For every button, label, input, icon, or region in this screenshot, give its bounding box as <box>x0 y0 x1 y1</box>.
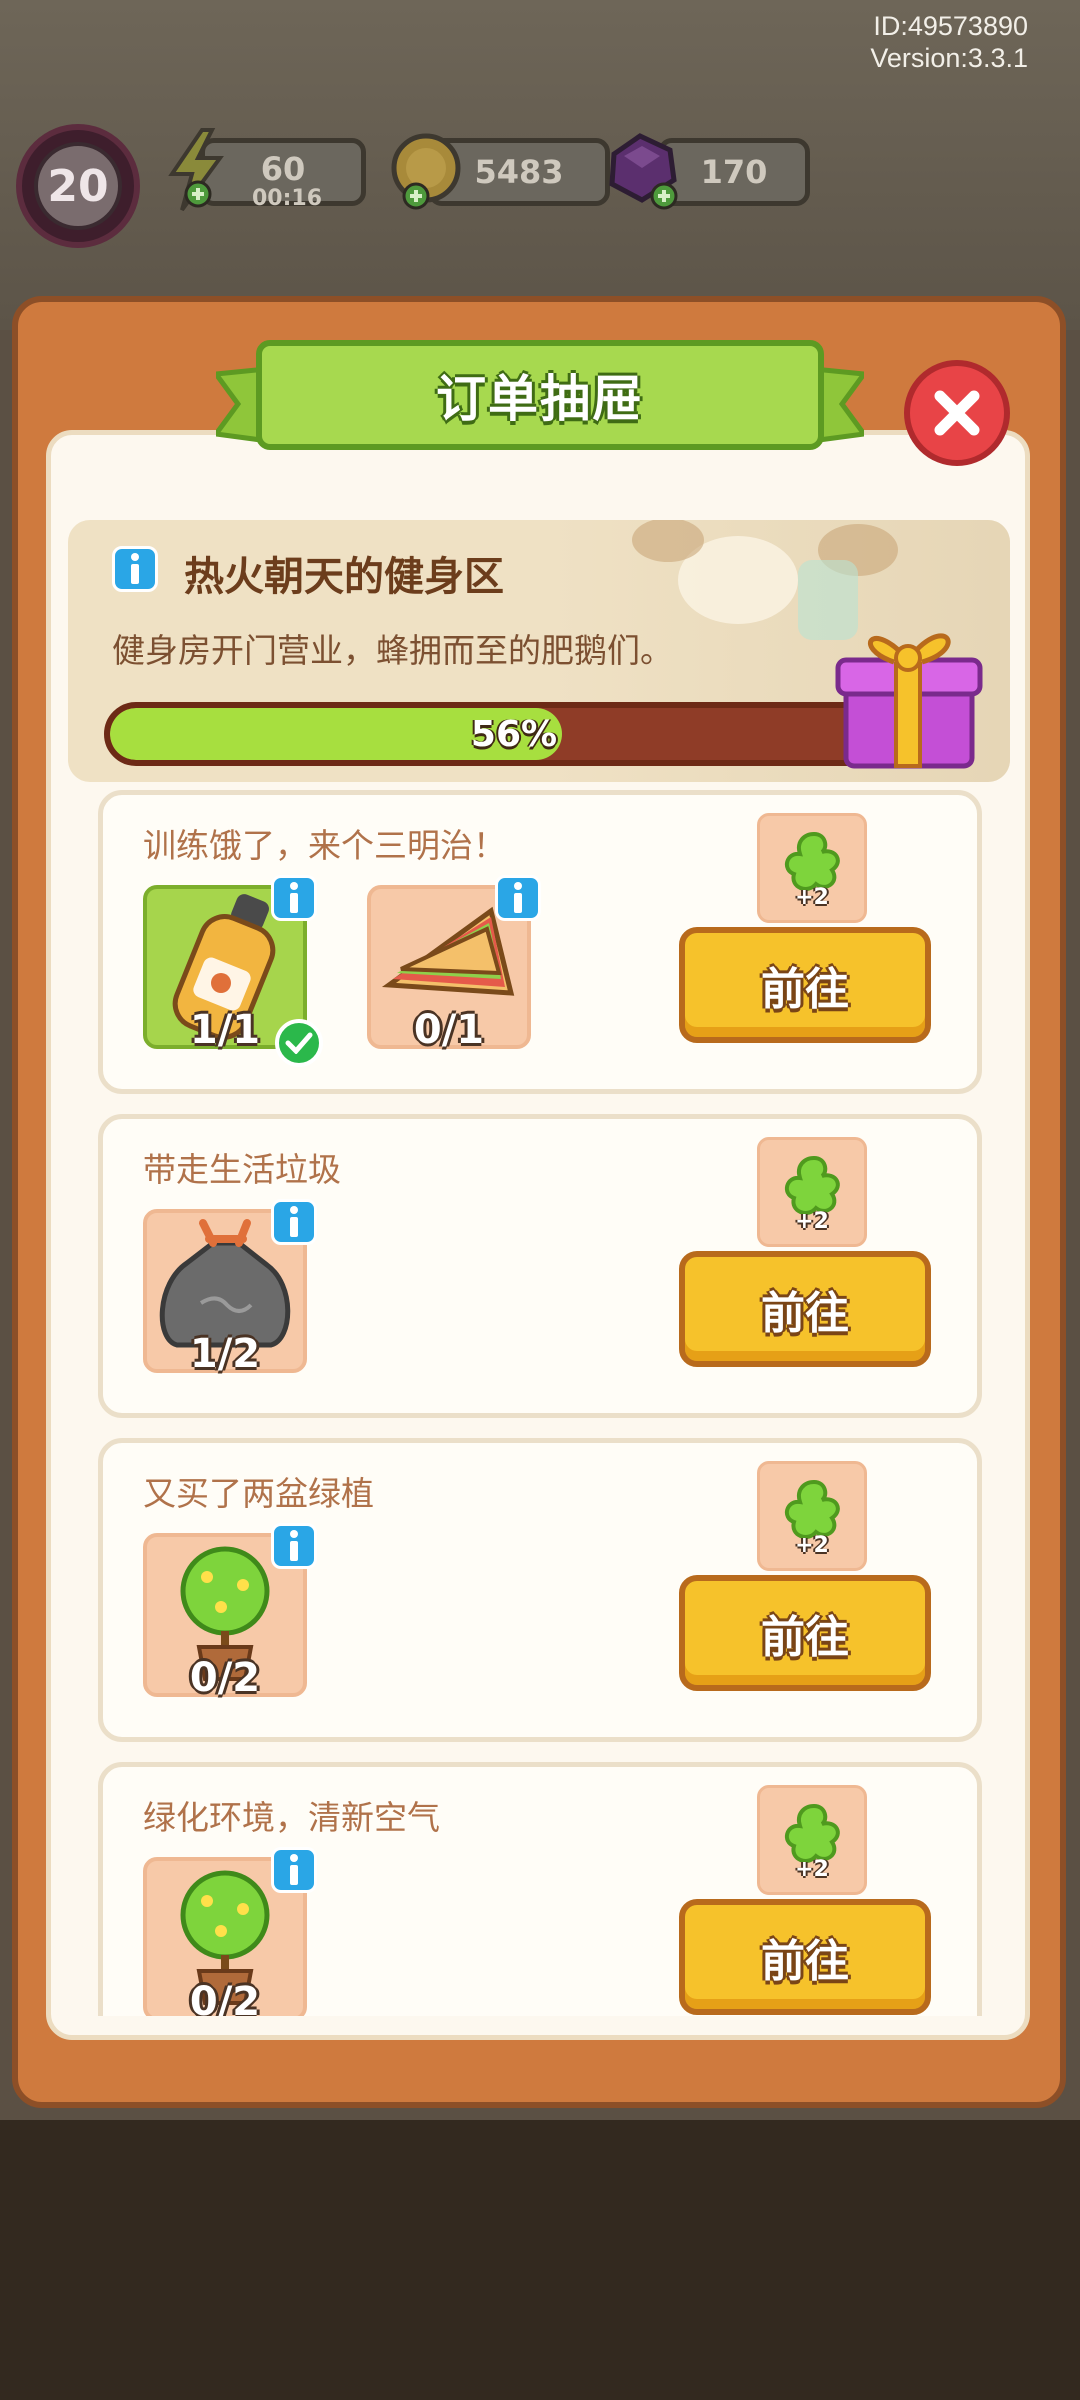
coin-icon <box>391 133 461 210</box>
go-button[interactable]: 前往 <box>679 1251 931 1367</box>
stage-title: 热火朝天的健身区 <box>184 554 504 600</box>
reward-tile: +2 <box>757 813 867 923</box>
coin-value: 5483 <box>474 153 564 191</box>
stage-progress-bar: 56% <box>104 702 924 766</box>
info-icon <box>290 1854 298 1885</box>
item-info-button[interactable] <box>271 1523 317 1569</box>
build-info: ID:49573890 Version:3.3.1 <box>870 10 1028 74</box>
reward-tile: +2 <box>757 1137 867 1247</box>
item-info-button[interactable] <box>271 1847 317 1893</box>
go-button[interactable]: 前往 <box>679 1575 931 1691</box>
go-button[interactable]: 前往 <box>679 927 931 1043</box>
item-info-button[interactable] <box>271 875 317 921</box>
info-icon <box>514 882 522 913</box>
order-title: 绿化环境，清新空气 <box>143 1798 440 1837</box>
checkmark-icon <box>285 1032 313 1054</box>
user-id-label: ID:49573890 <box>873 11 1028 41</box>
energy-value: 60 <box>260 150 306 188</box>
info-icon <box>290 1530 298 1561</box>
gem-icon <box>609 133 678 210</box>
player-level: 20 <box>34 142 122 230</box>
reward-tile: +2 <box>757 1785 867 1895</box>
go-button[interactable]: 前往 <box>679 1899 931 2015</box>
lightning-icon <box>168 128 224 212</box>
drawer-title: 订单抽屉 <box>436 370 644 428</box>
order-title: 带走生活垃圾 <box>143 1150 341 1189</box>
stage-info-button[interactable] <box>112 546 158 592</box>
floor-background <box>0 2120 1080 2400</box>
close-icon <box>934 390 980 436</box>
item-count: 0/2 <box>189 1655 261 1701</box>
progress-label: 56% <box>470 713 558 755</box>
info-icon <box>131 553 139 584</box>
item-count: 0/1 <box>413 1007 485 1053</box>
version-label: Version:3.3.1 <box>870 43 1028 73</box>
item-info-button[interactable] <box>271 1199 317 1245</box>
order-title: 又买了两盆绿植 <box>143 1474 374 1513</box>
item-count: 1/2 <box>189 1331 261 1377</box>
gem-value: 170 <box>700 153 768 191</box>
gift-box-icon[interactable] <box>832 608 984 776</box>
player-level-badge[interactable]: 20 <box>16 124 140 248</box>
item-count: 0/2 <box>189 1979 261 2016</box>
completed-check <box>275 1019 323 1067</box>
order-card: 又买了两盆绿植 0/2 +2 前往 <box>98 1438 982 1742</box>
close-button[interactable] <box>904 360 1010 466</box>
order-card: 训练饿了，来个三明治！ 1/1 0/1 +2 前往 <box>98 790 982 1094</box>
reward-amount: +2 <box>795 1857 829 1882</box>
order-card: 带走生活垃圾 1/2 +2 前往 <box>98 1114 982 1418</box>
energy-timer: 00:16 <box>252 186 323 211</box>
item-info-button[interactable] <box>495 875 541 921</box>
reward-amount: +2 <box>795 1533 829 1558</box>
reward-amount: +2 <box>795 1209 829 1234</box>
reward-tile: +2 <box>757 1461 867 1571</box>
order-list[interactable]: 训练饿了，来个三明治！ 1/1 0/1 +2 前往 带走生活垃圾 1/2 +2 … <box>46 780 1030 2016</box>
order-card: 绿化环境，清新空气 0/2 +2 前往 <box>98 1762 982 2016</box>
info-icon <box>290 1206 298 1237</box>
order-title: 训练饿了，来个三明治！ <box>143 826 506 865</box>
stage-description: 健身房开门营业，蜂拥而至的肥鹅们。 <box>112 631 673 670</box>
info-icon <box>290 882 298 913</box>
reward-amount: +2 <box>795 885 829 910</box>
